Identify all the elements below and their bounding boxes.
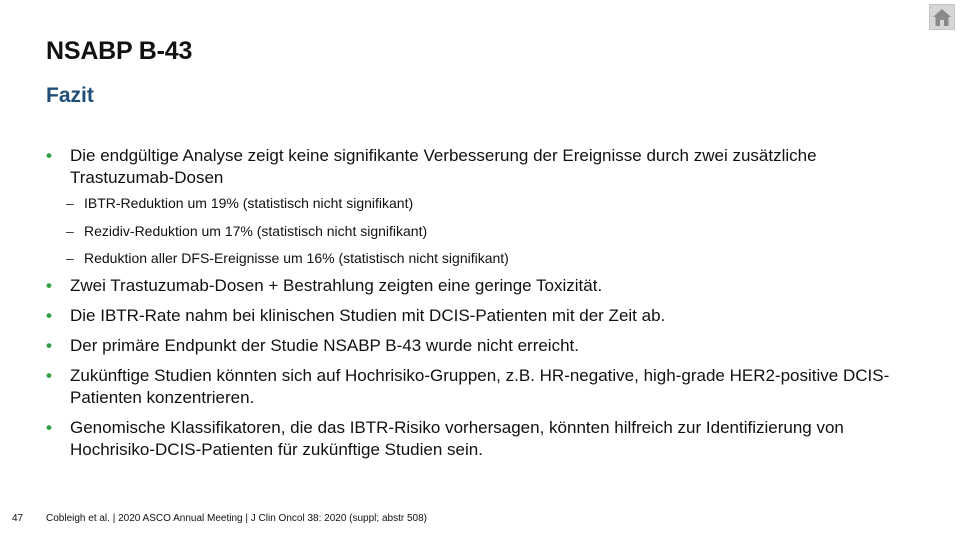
slide-title: NSABP B-43 bbox=[46, 37, 193, 65]
slide-subtitle: Fazit bbox=[46, 84, 94, 107]
bullet-marker: • bbox=[46, 418, 52, 437]
bullet-item: • Der primäre Endpunkt der Studie NSABP … bbox=[46, 335, 906, 357]
bullet-item: • Zwei Trastuzumab-Dosen + Bestrahlung z… bbox=[46, 275, 906, 297]
bullet-text: Zukünftige Studien könnten sich auf Hoch… bbox=[70, 366, 890, 407]
sub-bullet-text: Rezidiv-Reduktion um 17% (statistisch ni… bbox=[84, 222, 428, 239]
sub-bullet-marker: – bbox=[66, 250, 74, 266]
sub-bullet-text: IBTR-Reduktion um 19% (statistisch nicht… bbox=[84, 195, 414, 211]
sub-bullet-list: – IBTR-Reduktion um 19% (statistisch nic… bbox=[66, 194, 906, 267]
bullet-text: Genomische Klassifikatoren, die das IBTR… bbox=[70, 418, 844, 459]
sub-bullet-marker: – bbox=[66, 222, 74, 239]
bullet-text: Die IBTR-Rate nahm bei klinischen Studie… bbox=[70, 306, 666, 325]
footer-citation: Cobleigh et al. | 2020 ASCO Annual Meeti… bbox=[46, 513, 427, 524]
sub-bullet-text: Reduktion aller DFS-Ereignisse um 16% (s… bbox=[84, 250, 509, 266]
bullet-item: • Genomische Klassifikatoren, die das IB… bbox=[46, 417, 906, 461]
bullet-marker: • bbox=[46, 336, 52, 355]
bullet-marker: • bbox=[46, 276, 52, 295]
bullet-marker: • bbox=[46, 306, 52, 325]
page-number: 47 bbox=[12, 513, 24, 524]
sub-bullet-marker: – bbox=[66, 195, 74, 211]
bullet-marker: • bbox=[46, 366, 52, 385]
bullet-text: Der primäre Endpunkt der Studie NSABP B-… bbox=[70, 336, 579, 355]
bullet-marker: • bbox=[46, 146, 52, 165]
home-icon bbox=[933, 8, 951, 26]
sub-bullet-item: – Rezidiv-Reduktion um 17% (statistisch … bbox=[66, 222, 906, 240]
bullet-text: Zwei Trastuzumab-Dosen + Bestrahlung zei… bbox=[70, 276, 603, 295]
bullet-item: • Zukünftige Studien könnten sich auf Ho… bbox=[46, 365, 906, 409]
bullet-text: Die endgültige Analyse zeigt keine signi… bbox=[70, 146, 817, 187]
sub-bullet-item: – Reduktion aller DFS-Ereignisse um 16% … bbox=[66, 249, 906, 267]
home-button[interactable] bbox=[929, 4, 955, 30]
sub-bullet-item: – IBTR-Reduktion um 19% (statistisch nic… bbox=[66, 194, 906, 212]
bullet-item: • Die IBTR-Rate nahm bei klinischen Stud… bbox=[46, 305, 906, 327]
bullet-list: • Die endgültige Analyse zeigt keine sig… bbox=[46, 145, 906, 469]
bullet-item: • Die endgültige Analyse zeigt keine sig… bbox=[46, 145, 906, 267]
